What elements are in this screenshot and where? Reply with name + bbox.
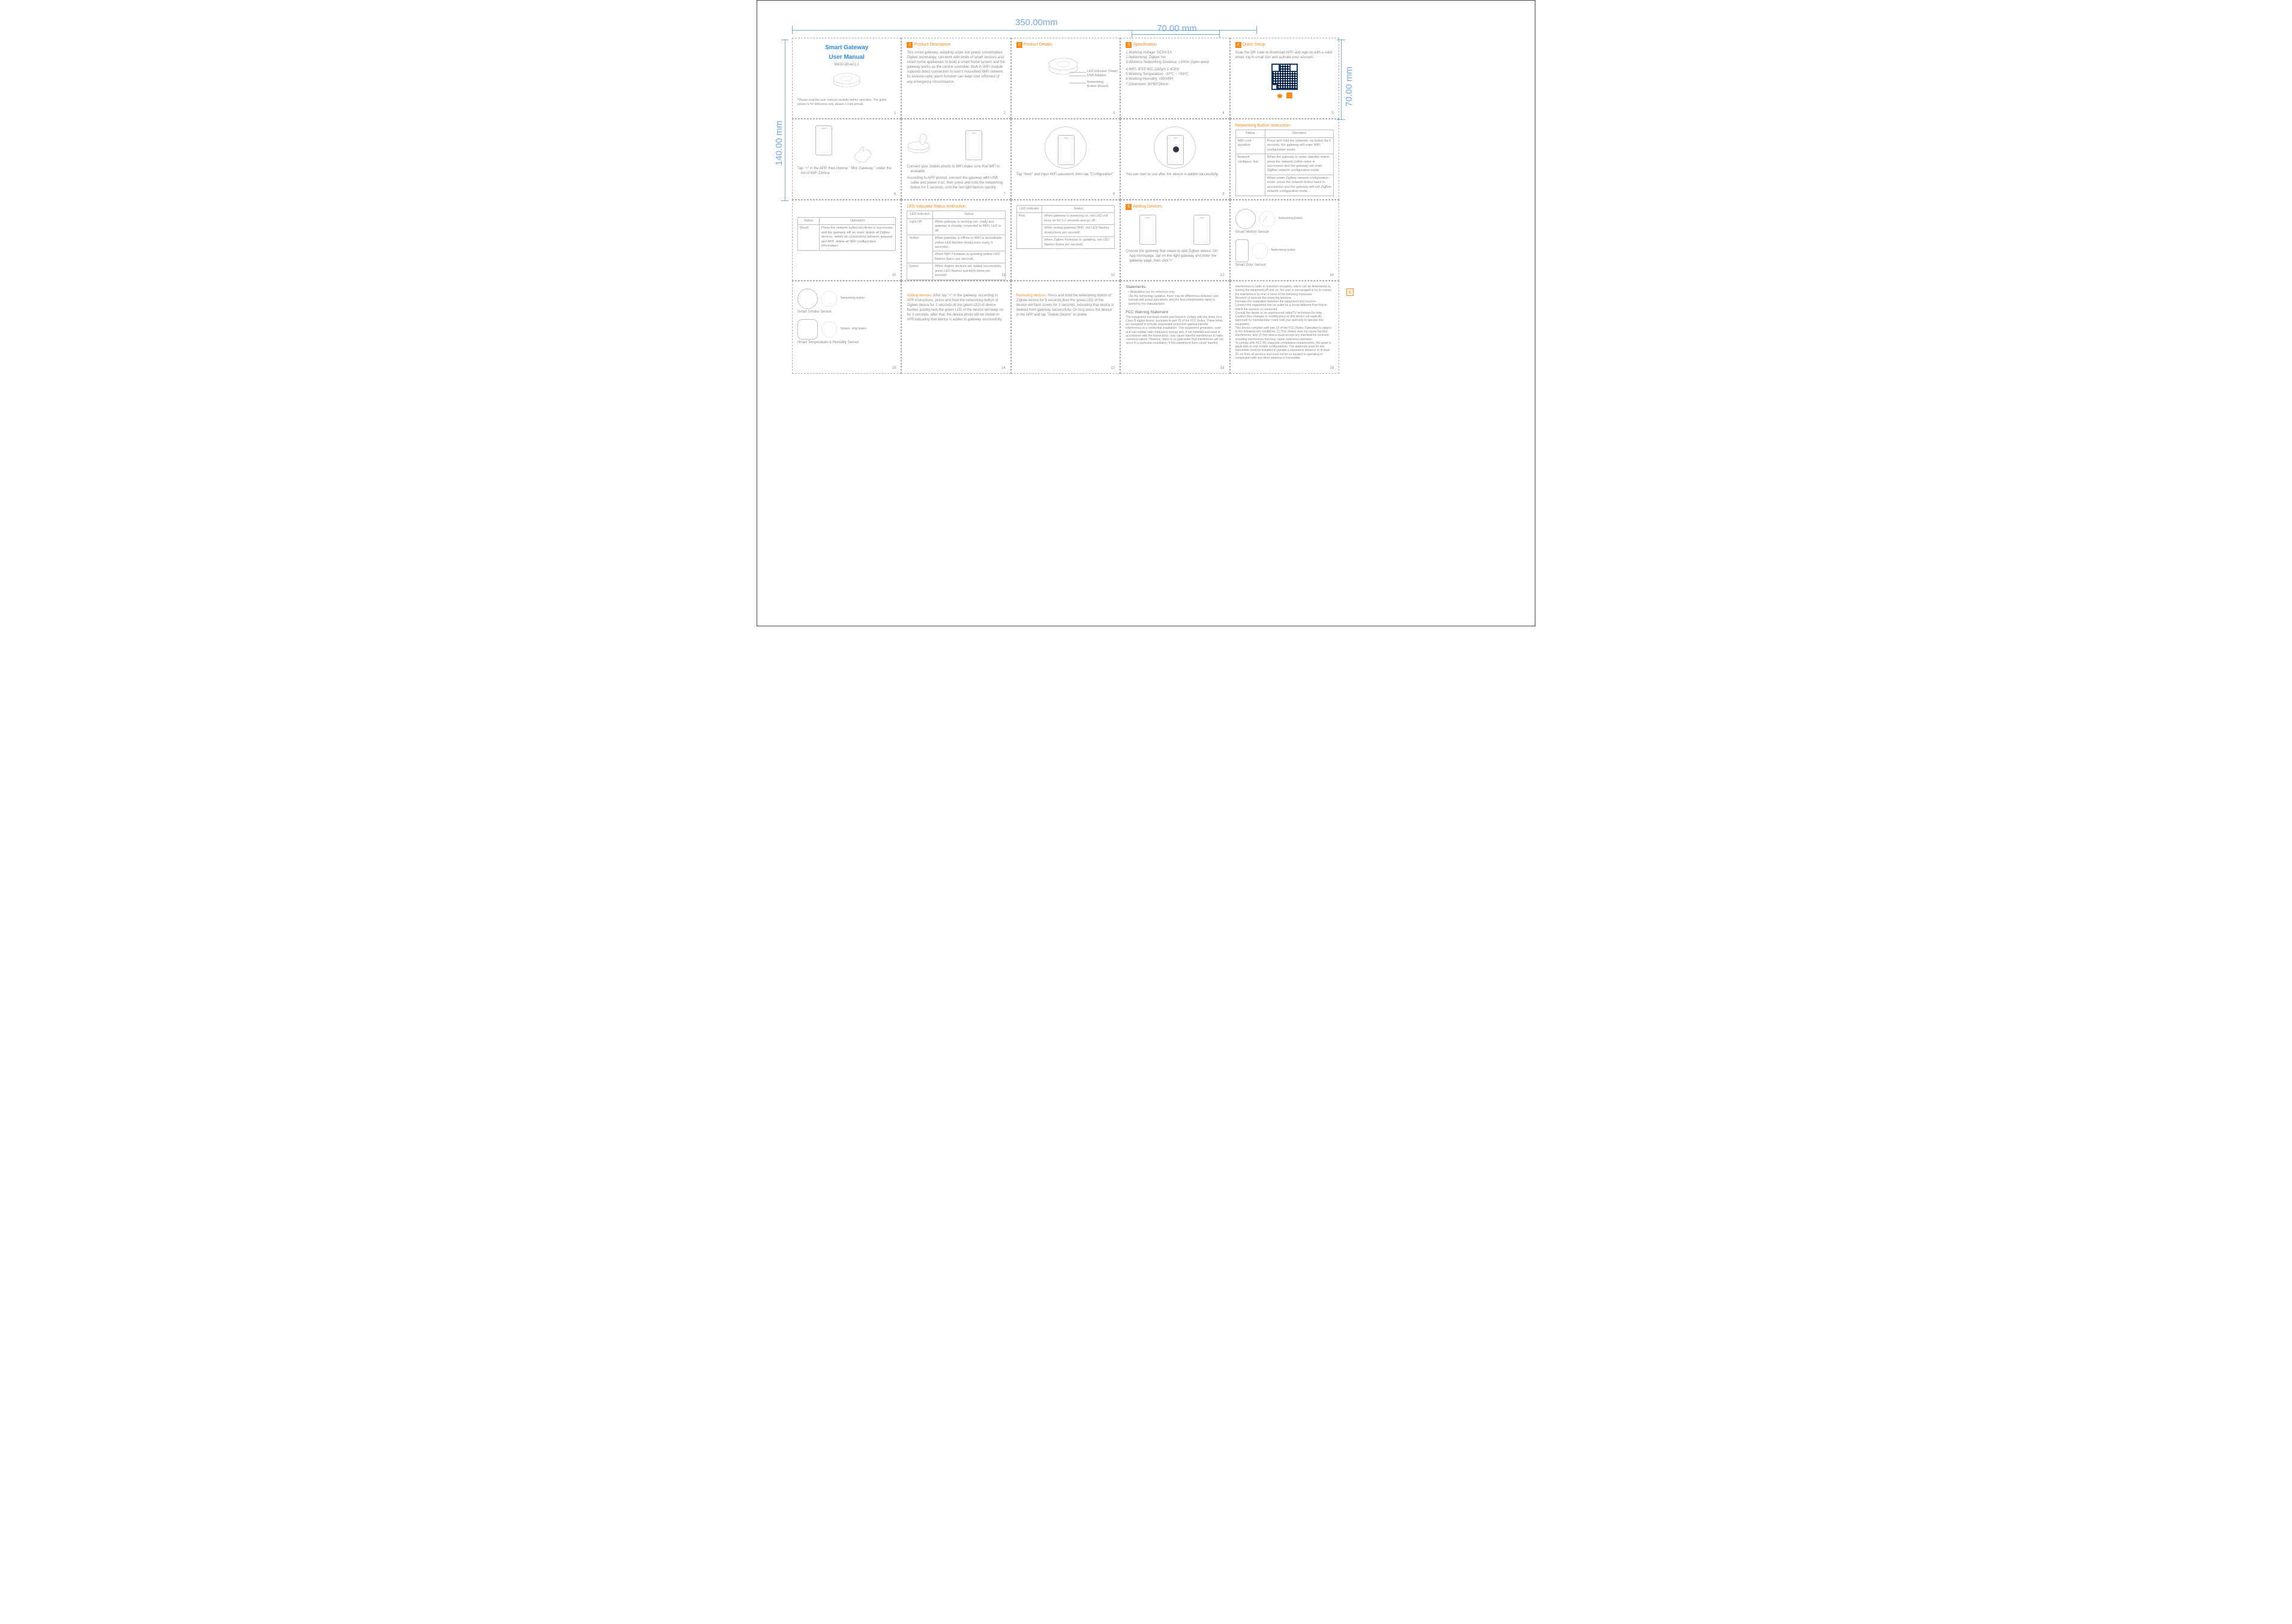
hd-prod-details: Product Details [1024,43,1052,47]
panel-7: Connect your mobile phone to WiFi,make s… [901,119,1010,200]
panel-15: Networking button Smart Smoke Sensor Net… [792,281,901,374]
p7-b2: According to APP prompt, connect the gat… [907,176,1005,190]
door-sensor-icon [1235,239,1249,262]
title-line2: User Manual [797,54,896,61]
panel-3: 2Product Details LED indicator (State) U… [1011,38,1120,119]
phone-icon [965,130,982,160]
led-table-2: LED indicatorStatus RedWhen gateway is p… [1016,205,1115,249]
lbl-motion: Smart Motion Sensor [1235,230,1334,235]
phone-icon [1193,215,1210,245]
panel-13: 5Adding Devices Choose the gateway that … [1120,200,1229,281]
spec-1: 1.Working Voltage: DC5V/1A [1126,50,1224,55]
spec-5: 5.Working Temperature: -10℃ ~ +50℃ [1126,72,1224,77]
panel-19: interference to radio or television rece… [1230,281,1339,374]
quick-body: Scan the QR code to download APP, and si… [1235,50,1334,60]
hd-led: LED Indicator Status Instruction [907,204,1005,209]
panel-11: LED Indicator Status Instruction LED ind… [901,200,1010,281]
dim-350: 350.00mm [1015,17,1058,28]
panel-1: Smart Gateway User Manual M420-3Ever1.1 … [792,38,901,119]
hd-netbtn: Networking Button Instruction [1235,123,1334,128]
sheet-frame: 350.00mm 70.00 mm 70.00 mm 140.00 mm 6 S… [757,0,1535,626]
panel-8: Tap "Next" and input WiFi password, then… [1011,119,1120,200]
phone-icon [1167,135,1184,165]
hand-icon [853,143,873,164]
callout-netbtn: Networking Button (Reset) [1087,80,1114,89]
hd-quick: Quick Setup [1243,43,1265,47]
panel-net-btn: Networking Button Instruction StatusOper… [1230,119,1339,200]
phone-icon [1139,215,1156,245]
note: *Please read the user manual carefully b… [797,98,896,107]
panel-10: StatusOperation ResetPress the network b… [792,200,901,281]
smoke-sensor-icon [797,289,818,309]
row2: Tap "+" in the APP, then choose " Mini G… [792,119,1339,200]
net-btn-callout-icon [1251,242,1269,260]
p6-bullet: Tap "+" in the APP, then choose " Mini G… [797,166,896,176]
phone-icon [815,125,832,155]
p8-bullet: Tap "Next" and input WiFi password, then… [1016,172,1115,177]
reset-table: StatusOperation ResetPress the network b… [797,217,896,251]
badge-1: 1 [907,42,913,48]
panel-9: You can start to use after the device is… [1120,119,1229,200]
panel-12: LED indicatorStatus RedWhen gateway is p… [1011,200,1120,281]
lbl-door: Smart Door Sensor [1235,263,1334,268]
p9-bullet: You can start to use after the device is… [1126,172,1224,177]
hd-spec: Specification [1133,43,1157,47]
lbl-temp: Smart Temperature & Humidity Sensor [797,340,896,345]
stmt-2: • As the technology updates, there may b… [1128,295,1224,307]
apple-icon [1277,92,1283,98]
panel-17: Removing devices: Press and hold the net… [1011,281,1120,374]
hd-rem-dev: Removing devices: [1016,294,1047,298]
qr-icon [1271,64,1298,90]
gateway-detail-icon [1048,54,1084,77]
hd-statements: Statements: [1126,285,1224,290]
android-icon [1286,92,1292,98]
panel-4: 3Specification 1.Working Voltage: DC5V/1… [1120,38,1229,119]
net-btn-callout-icon [1258,210,1276,228]
p7-b1: Connect your mobile phone to WiFi,make s… [907,164,1005,174]
row1: Smart Gateway User Manual M420-3Ever1.1 … [792,38,1339,119]
p13-bullet: Choose the gateway that needs to add Zig… [1126,249,1224,263]
gateway-icon [832,71,862,89]
led-table-1: LED indicatorStatus Light OffWhen gatewa… [907,211,1005,280]
title-line1: Smart Gateway [797,44,896,52]
fold-mark-6: 6 [1346,289,1354,296]
panel-2: 1Product Description This smart gateway,… [901,38,1010,119]
spec-3: 3.Wireless Networking Distance: ≤100m (o… [1126,60,1224,65]
hd-prod-desc: Product Description [914,43,950,47]
temp-sensor-icon [797,319,818,340]
lbl-smoke: Smart Smoke Sensor [797,310,896,314]
hd-adding: Adding Devices [1133,205,1162,209]
stmt-1: • Illustrations are for reference only. [1128,290,1224,295]
dim-140: 140.00 mm [774,121,784,166]
fcc-body-1: This equipment has been tested and found… [1126,316,1224,346]
row4: Networking button Smart Smoke Sensor Net… [792,281,1339,374]
prod-desc-body: This smart gateway, adopting super low p… [907,50,1005,85]
gateway-press-icon [907,133,933,157]
panel-16: Adding devices: After tap "+" in the gat… [901,281,1010,374]
panel-18: Statements: • Illustrations are for refe… [1120,281,1229,374]
hd-fcc: FCC Warning Statement [1126,310,1224,316]
fcc-body-2: interference to radio or television rece… [1235,285,1334,360]
panel-6: Tap "+" in the APP, then choose " Mini G… [792,119,901,200]
hd-add-dev: Adding devices: [907,294,932,298]
panel-5: 4Quick Setup Scan the QR code to downloa… [1230,38,1339,119]
spec-6: 6.Working Humidity: ≤95%RH [1126,77,1224,82]
callout-usb: USB Adaptor [1087,74,1106,78]
manual-grid: 6 Smart Gateway User Manual M420-3Ever1.… [792,38,1339,374]
dim-70v: 70.00 mm [1344,67,1354,107]
spec-4: 4.WiFi: IEEE 802.11b/g/n 2.4GHz [1126,67,1224,72]
spec-2: 2.Networking: Zigbee HA [1126,55,1224,60]
store-icons [1235,92,1334,100]
motion-sensor-icon [1235,209,1256,229]
row3: StatusOperation ResetPress the network b… [792,200,1339,281]
panel-14: Networking button Smart Motion Sensor Ne… [1230,200,1339,281]
add-dev-body: After tap "+" in the gateway, according … [907,294,1003,322]
page-no: 1 [894,111,896,116]
netbtn-table: StatusOperation WiFi conf- igurationPres… [1235,130,1334,196]
dim-70: 70.00 mm [1157,23,1197,34]
spec-7: 7.Dimension: 80*80*28mm [1126,82,1224,87]
model: M420-3Ever1.1 [797,62,896,67]
phone-icon [1058,135,1075,165]
